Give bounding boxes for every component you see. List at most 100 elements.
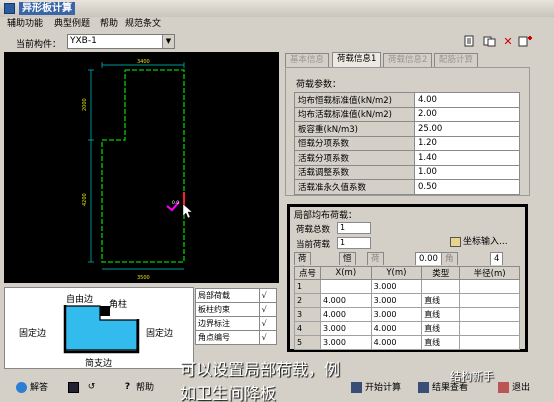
subtab-dead-load[interactable]: 恒载 xyxy=(339,252,356,276)
load-value-field[interactable]: 0.00 xyxy=(415,252,442,265)
dim-left-upper: 2000 xyxy=(82,98,88,111)
param-value[interactable]: 2.00 xyxy=(414,106,520,122)
y-cell[interactable]: 3.000 xyxy=(370,279,423,294)
legend-check[interactable]: √ xyxy=(258,330,278,345)
y-cell[interactable]: 3.000 xyxy=(370,307,423,322)
menu-item-code[interactable]: 规范条文 xyxy=(125,19,161,30)
help-button[interactable]: ? 帮助 xyxy=(122,381,154,395)
subtab-load-attr[interactable]: 荷载属性 xyxy=(294,252,311,300)
table-row[interactable]: 4 3.000 4.000 直线 xyxy=(294,321,520,336)
dim-bottom: 3500 xyxy=(137,275,150,281)
x-cell[interactable]: 3.000 xyxy=(320,335,372,350)
coord-input-button[interactable]: 坐标输入... xyxy=(450,236,522,249)
radius-cell[interactable] xyxy=(459,293,520,308)
video-subtitle-line-1: 可以设置局部荷载，例 xyxy=(180,360,341,379)
param-value[interactable]: 4.00 xyxy=(414,92,520,108)
corner-points-table: 点号 X(m) Y(m) 类型 半径(m) 1 3.000 2 4.000 3.000… xyxy=(294,266,520,350)
radius-cell[interactable] xyxy=(459,307,520,322)
delete-icon[interactable]: ✕ xyxy=(501,35,515,49)
save-button[interactable] xyxy=(68,381,82,395)
answer-button[interactable]: 解答 xyxy=(16,381,48,395)
x-cell[interactable]: 3.000 xyxy=(320,321,372,336)
radius-cell[interactable] xyxy=(459,335,520,350)
corner-count-field[interactable]: 4 xyxy=(490,252,504,265)
tab-basic-info[interactable]: 基本信息 xyxy=(285,53,330,67)
type-cell[interactable]: 直线 xyxy=(421,335,461,350)
legend-row[interactable]: 边界标注 √ xyxy=(195,316,278,331)
start-calc-label: 开始计算 xyxy=(365,383,402,393)
plate-drawing: 3400 3500 2000 4200 0.0 xyxy=(82,59,193,281)
legend-label: 局部荷载 xyxy=(195,288,260,303)
dim-top: 3400 xyxy=(137,59,150,65)
tab-reinforcement[interactable]: 配筋计算 xyxy=(434,53,479,67)
x-cell[interactable] xyxy=(320,279,372,294)
legend-check[interactable]: √ xyxy=(258,302,278,317)
param-name: 活载调整系数 xyxy=(294,164,415,180)
table-row[interactable]: 5 3.000 4.000 直线 xyxy=(294,335,520,350)
drawing-canvas[interactable]: 3400 3500 2000 4200 0.0 xyxy=(4,52,279,283)
param-value[interactable]: 0.50 xyxy=(414,179,520,195)
col-type: 类型 xyxy=(421,266,461,280)
param-value[interactable]: 25.00 xyxy=(414,121,520,137)
copy-icon[interactable] xyxy=(462,35,476,49)
corner-column-label: 角柱 xyxy=(109,300,128,310)
legend-row[interactable]: 局部荷载 √ xyxy=(195,288,278,303)
legend-row[interactable]: 板柱约束 √ xyxy=(195,302,278,317)
table-row[interactable]: 3 4.000 3.000 直线 xyxy=(294,307,520,322)
point-no: 1 xyxy=(294,279,321,294)
add-icon[interactable] xyxy=(518,35,532,49)
tab-load-info-2[interactable]: 荷载信息2 xyxy=(383,53,433,67)
help-label: 帮助 xyxy=(136,383,155,393)
exit-button[interactable]: 退出 xyxy=(498,381,530,395)
legend-check[interactable]: √ xyxy=(258,316,278,331)
x-cell[interactable]: 4.000 xyxy=(320,307,372,322)
type-cell[interactable]: 直线 xyxy=(421,321,461,336)
param-value[interactable]: 1.00 xyxy=(414,164,520,180)
col-radius: 半径(m) xyxy=(459,266,520,280)
menu-item-examples[interactable]: 典型例题 xyxy=(54,19,90,30)
param-value[interactable]: 1.40 xyxy=(414,150,520,166)
subtab-corner-count[interactable]: 角点数目 xyxy=(441,252,458,300)
subtab-load-value[interactable]: 荷载数值 xyxy=(367,252,384,300)
menu-item-aux[interactable]: 辅助功能 xyxy=(7,19,43,30)
menu-item-help[interactable]: 帮助 xyxy=(100,19,118,30)
left-edge-label: 固定边 xyxy=(19,329,47,339)
legend-label: 角点编号 xyxy=(195,330,260,345)
y-cell[interactable]: 3.000 xyxy=(370,293,423,308)
type-cell[interactable]: 直线 xyxy=(421,293,461,308)
legend-check[interactable]: √ xyxy=(258,288,278,303)
start-calc-button[interactable]: 开始计算 xyxy=(351,381,401,395)
load-params-table: 均布恒载标准值(kN/m2) 4.00 均布活载标准值(kN/m2) 2.00 板容… xyxy=(294,92,520,195)
video-subtitle-line-2: 如卫生间降板 xyxy=(180,384,277,402)
question-icon: ? xyxy=(124,382,131,392)
table-row[interactable]: 1 3.000 xyxy=(294,279,520,294)
view-results-label: 结果查看 xyxy=(432,383,469,393)
top-edge-label: 自由边 xyxy=(66,295,94,305)
tab-load-info-1[interactable]: 荷载信息1 xyxy=(332,52,382,67)
app-icon xyxy=(4,3,15,14)
load-count-input[interactable]: 1 xyxy=(337,222,371,234)
type-cell[interactable] xyxy=(421,279,461,294)
radius-cell[interactable] xyxy=(459,321,520,336)
grid-icon xyxy=(450,236,461,247)
param-row: 活载准永久值系数 0.50 xyxy=(294,179,520,195)
legend-row[interactable]: 角点编号 √ xyxy=(195,330,278,345)
param-name: 均布恒载标准值(kN/m2) xyxy=(294,92,415,108)
member-select[interactable]: YXB-1 ▼ xyxy=(67,34,175,49)
x-cell[interactable]: 4.000 xyxy=(320,293,372,308)
y-cell[interactable]: 4.000 xyxy=(370,321,423,336)
current-load-input[interactable]: 1 xyxy=(337,237,371,249)
param-value[interactable]: 1.20 xyxy=(414,135,520,151)
radius-cell[interactable] xyxy=(459,279,520,294)
type-cell[interactable]: 直线 xyxy=(421,307,461,322)
paste-icon[interactable] xyxy=(482,35,496,49)
param-row: 恒载分项系数 1.20 xyxy=(294,135,520,151)
current-load-label: 当前荷载 xyxy=(296,240,331,250)
param-row: 均布恒载标准值(kN/m2) 4.00 xyxy=(294,92,520,108)
tab-bar: 基本信息 荷载信息1 荷载信息2 配筋计算 xyxy=(285,52,495,67)
y-cell[interactable]: 4.000 xyxy=(370,335,423,350)
table-row[interactable]: 2 4.000 3.000 直线 xyxy=(294,293,520,308)
window-title: 异形板计算 xyxy=(19,2,75,15)
undo-button[interactable]: ↺ xyxy=(86,381,100,395)
chevron-down-icon[interactable]: ▼ xyxy=(162,35,174,48)
